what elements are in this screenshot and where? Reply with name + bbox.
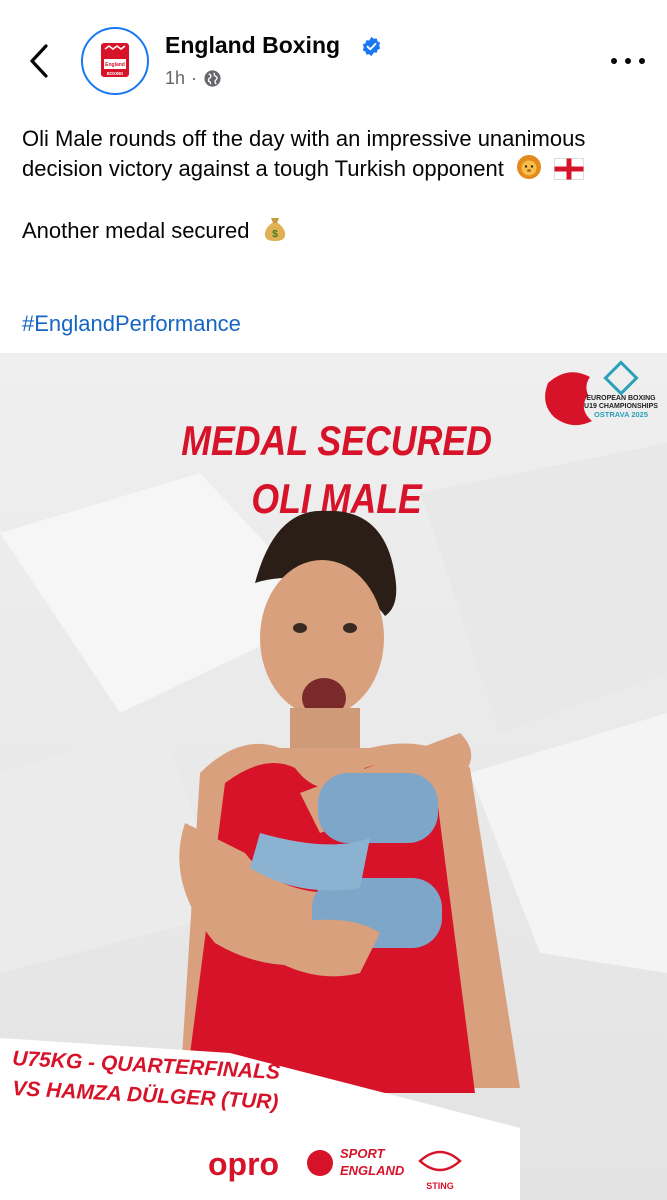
sponsor-opro: opro xyxy=(208,1146,279,1182)
promo-graphic: EUROPEAN BOXING U19 CHAMPIONSHIPS OSTRAV… xyxy=(0,353,667,1200)
money-bag-icon: $ xyxy=(264,218,285,241)
post-meta: 1h · xyxy=(165,68,222,89)
post-text: Oli Male rounds off the day with an impr… xyxy=(22,124,647,246)
lion-emoji-icon xyxy=(516,155,541,179)
post-line-1: Oli Male rounds off the day with an impr… xyxy=(22,126,586,181)
sponsor-sting: STING xyxy=(426,1181,454,1191)
sponsor-england: ENGLAND xyxy=(340,1163,405,1178)
svg-text:$: $ xyxy=(272,229,278,240)
meta-separator: · xyxy=(191,68,198,88)
event-title-3: OSTRAVA 2025 xyxy=(594,410,648,419)
post-header: England BOXING England Boxing 1h · xyxy=(0,0,667,110)
globe-icon xyxy=(204,70,221,87)
event-title-1: EUROPEAN BOXING xyxy=(586,395,656,402)
page-name[interactable]: England Boxing xyxy=(165,32,340,59)
svg-text:England: England xyxy=(105,62,125,68)
back-arrow-icon[interactable] xyxy=(22,38,58,84)
verified-badge-icon xyxy=(362,36,381,57)
england-boxing-logo: England BOXING xyxy=(101,43,129,77)
post-line-2: Another medal secured $ xyxy=(22,214,647,246)
sponsor-sport: SPORT xyxy=(340,1146,386,1161)
hashtag-link[interactable]: #EnglandPerformance xyxy=(22,311,241,337)
headline-medal-secured: MEDAL SECURED xyxy=(181,418,492,464)
post-time[interactable]: 1h xyxy=(165,68,185,89)
sport-england-icon xyxy=(307,1150,333,1176)
england-flag-icon xyxy=(554,158,585,180)
svg-text:BOXING: BOXING xyxy=(107,71,124,76)
event-title-2: U19 CHAMPIONSHIPS xyxy=(584,403,658,410)
more-options-icon[interactable] xyxy=(611,55,647,69)
avatar[interactable]: England BOXING xyxy=(81,27,149,95)
post-image[interactable]: EUROPEAN BOXING U19 CHAMPIONSHIPS OSTRAV… xyxy=(0,353,667,1200)
